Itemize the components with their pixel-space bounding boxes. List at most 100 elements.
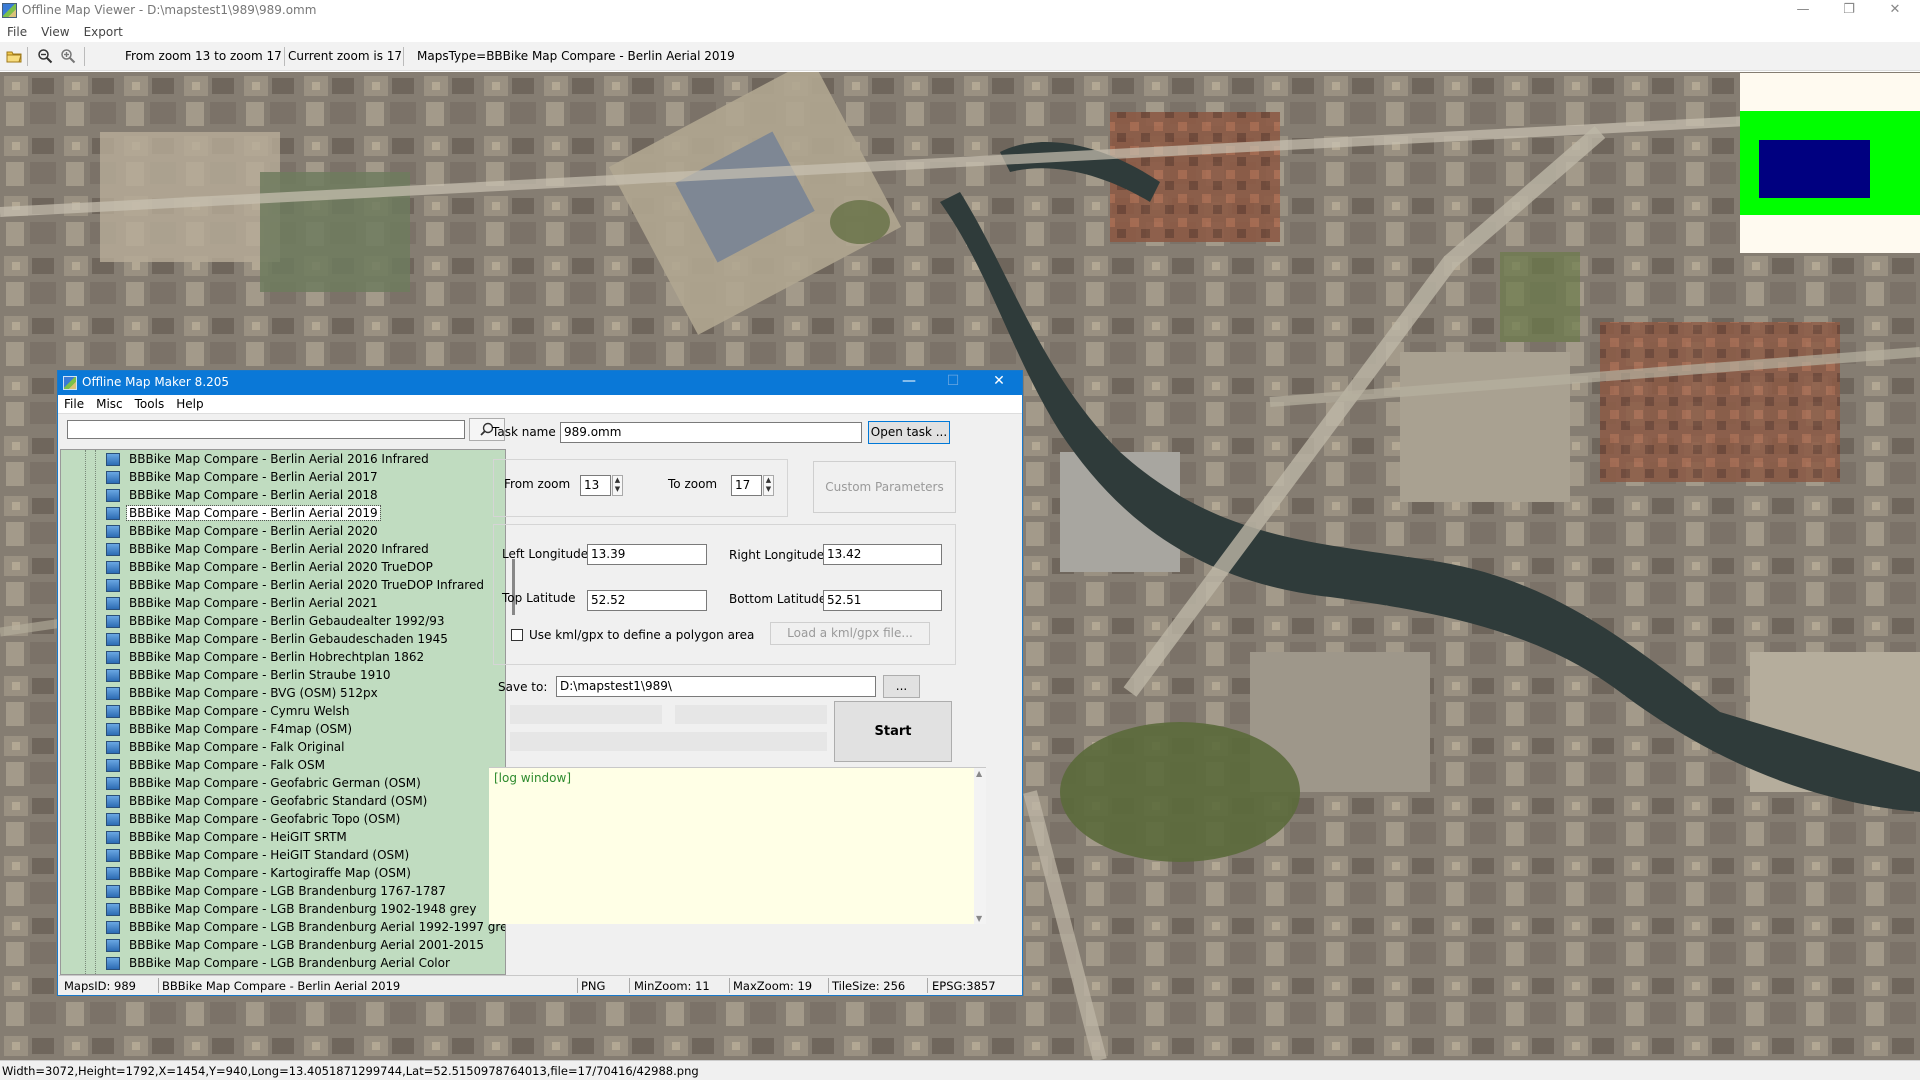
use-kml-checkbox[interactable]	[511, 629, 523, 641]
tree-item-label: BBBike Map Compare - Berlin Aerial 2017	[129, 470, 378, 484]
status-separator	[927, 978, 928, 993]
map-tile-icon	[106, 939, 120, 952]
tree-item[interactable]: BBBike Map Compare - Kartogiraffe Map (O…	[61, 865, 501, 883]
status-separator	[577, 978, 578, 993]
zoom-in-icon[interactable]	[60, 48, 76, 64]
tree-item[interactable]: BBBike Map Compare - Berlin Aerial 2018	[61, 487, 501, 505]
status-separator	[158, 978, 159, 993]
tree-item[interactable]: BBBike Map Compare - LGB Brandenburg Aer…	[61, 937, 501, 955]
dlg-menu-misc[interactable]: Misc	[90, 395, 129, 414]
map-tree-list[interactable]: BBBike Map Compare - Berlin Aerial 2016 …	[60, 449, 506, 975]
top-latitude-input[interactable]: 52.52	[587, 590, 707, 611]
tree-item[interactable]: BBBike Map Compare - LGB Brandenburg 176…	[61, 883, 501, 901]
tree-item[interactable]: BBBike Map Compare - Berlin Aerial 2020 …	[61, 577, 501, 595]
scroll-up-icon[interactable]: ▲	[976, 769, 982, 778]
tree-item[interactable]: BBBike Map Compare - Falk OSM	[61, 757, 501, 775]
map-tile-icon	[106, 759, 120, 772]
menu-export[interactable]: Export	[77, 23, 130, 41]
scroll-down-icon[interactable]: ▼	[976, 914, 982, 923]
tree-item[interactable]: BBBike Map Compare - Falk Original	[61, 739, 501, 757]
tree-item[interactable]: BBBike Map Compare - Berlin Gebaudeschad…	[61, 631, 501, 649]
dlg-menu-tools[interactable]: Tools	[129, 395, 171, 414]
load-kml-button[interactable]: Load a kml/gpx file...	[770, 622, 930, 645]
tree-item[interactable]: BBBike Map Compare - LGB Brandenburg Aer…	[61, 919, 505, 937]
tile-size-text: TileSize: 256	[832, 979, 906, 993]
log-scrollbar[interactable]: ▲ ▼	[974, 768, 986, 924]
spin-down-icon[interactable]: ▼	[613, 485, 622, 494]
tree-item[interactable]: BBBike Map Compare - Berlin Hobrechtplan…	[61, 649, 501, 667]
overview-minimap[interactable]	[1740, 73, 1920, 253]
map-search-input[interactable]	[67, 420, 465, 439]
tree-item-label: BBBike Map Compare - LGB Brandenburg 176…	[129, 884, 446, 898]
right-longitude-input[interactable]: 13.42	[823, 544, 942, 565]
log-window-label: [log window]	[494, 771, 571, 785]
save-to-input[interactable]: D:\mapstest1\989\	[556, 676, 876, 697]
tree-item[interactable]: BBBike Map Compare - Berlin Aerial 2020 …	[61, 541, 501, 559]
tree-item[interactable]: BBBike Map Compare - Berlin Aerial 2019	[61, 505, 501, 523]
menu-view[interactable]: View	[34, 23, 76, 41]
spin-up-icon[interactable]: ▲	[764, 476, 773, 485]
left-longitude-input[interactable]: 13.39	[587, 544, 707, 565]
dialog-menubar: File Misc Tools Help	[58, 395, 1022, 414]
map-tile-icon	[106, 777, 120, 790]
open-task-button[interactable]: Open task ...	[868, 421, 950, 444]
map-tile-icon	[106, 507, 120, 520]
tree-item[interactable]: BBBike Map Compare - Geofabric Standard …	[61, 793, 501, 811]
tree-item[interactable]: BBBike Map Compare - Berlin Aerial 2020 …	[61, 559, 501, 577]
tree-item-label: BBBike Map Compare - Falk OSM	[129, 758, 325, 772]
close-button[interactable]: ✕	[1872, 0, 1918, 22]
custom-parameters-button[interactable]: Custom Parameters	[813, 461, 956, 513]
dlg-menu-file[interactable]: File	[58, 395, 90, 414]
tree-item[interactable]: BBBike Map Compare - HeiGIT SRTM	[61, 829, 501, 847]
tree-item[interactable]: BBBike Map Compare - Geofabric Topo (OSM…	[61, 811, 501, 829]
viewer-titlebar: Offline Map Viewer - D:\mapstest1\989\98…	[0, 0, 1920, 23]
log-window[interactable]: [log window] ▲ ▼	[489, 767, 986, 924]
tree-item[interactable]: BBBike Map Compare - Cymru Welsh	[61, 703, 501, 721]
maps-id-text: MapsID: 989	[64, 979, 136, 993]
tree-item[interactable]: BBBike Map Compare - Berlin Aerial 2021	[61, 595, 501, 613]
dlg-menu-help[interactable]: Help	[170, 395, 209, 414]
from-zoom-input[interactable]: 13	[580, 475, 611, 496]
map-tile-icon	[106, 669, 120, 682]
restore-button[interactable]: ❐	[1826, 0, 1872, 22]
dialog-minimize-button[interactable]: —	[894, 373, 924, 389]
open-folder-icon[interactable]	[6, 48, 22, 64]
dialog-maximize-button[interactable]: ☐	[938, 373, 968, 389]
tree-item[interactable]: BBBike Map Compare - Berlin Straube 1910	[61, 667, 501, 685]
tree-item-label: BBBike Map Compare - LGB Brandenburg 190…	[129, 902, 477, 916]
tree-item[interactable]: BBBike Map Compare - F4map (OSM)	[61, 721, 501, 739]
tree-item[interactable]: BBBike Map Compare - Berlin Aerial 2020	[61, 523, 501, 541]
to-zoom-input[interactable]: 17	[731, 475, 762, 496]
zoom-out-icon[interactable]	[37, 48, 53, 64]
dialog-close-button[interactable]: ✕	[984, 373, 1014, 389]
tree-item[interactable]: BBBike Map Compare - HeiGIT Standard (OS…	[61, 847, 501, 865]
tree-item[interactable]: BBBike Map Compare - Berlin Aerial 2016 …	[61, 451, 501, 469]
progress-bar-1	[510, 705, 662, 724]
tree-item[interactable]: BBBike Map Compare - LGB Brandenburg Aer…	[61, 955, 501, 973]
minimize-button[interactable]: —	[1780, 0, 1826, 22]
map-tile-icon	[106, 579, 120, 592]
tree-item[interactable]: BBBike Map Compare - Berlin Gebaudealter…	[61, 613, 501, 631]
tree-item-label: BBBike Map Compare - Berlin Aerial 2016 …	[129, 452, 429, 466]
tree-item[interactable]: BBBike Map Compare - Geofabric German (O…	[61, 775, 501, 793]
menu-file[interactable]: File	[0, 23, 34, 41]
start-button[interactable]: Start	[834, 701, 952, 762]
browse-button[interactable]: ...	[883, 675, 920, 698]
spin-up-icon[interactable]: ▲	[613, 476, 622, 485]
max-zoom-text: MaxZoom: 19	[733, 979, 813, 993]
bottom-latitude-label: Bottom Latitude	[729, 592, 827, 606]
map-tile-icon	[106, 633, 120, 646]
minimap-viewport[interactable]	[1759, 140, 1870, 198]
tree-item[interactable]: BBBike Map Compare - LGB Brandenburg 190…	[61, 901, 501, 919]
tree-item-label: BBBike Map Compare - LGB Brandenburg Aer…	[129, 956, 450, 970]
bottom-latitude-input[interactable]: 52.51	[823, 590, 942, 611]
map-tile-icon	[106, 651, 120, 664]
to-zoom-spinner[interactable]: ▲ ▼	[763, 475, 774, 496]
tree-item[interactable]: BBBike Map Compare - Berlin Aerial 2017	[61, 469, 501, 487]
spin-down-icon[interactable]: ▼	[764, 485, 773, 494]
task-name-input[interactable]: 989.omm	[560, 422, 862, 443]
tree-item[interactable]: BBBike Map Compare - BVG (OSM) 512px	[61, 685, 501, 703]
map-tile-icon	[106, 615, 120, 628]
from-zoom-spinner[interactable]: ▲ ▼	[612, 475, 623, 496]
map-tile-icon	[106, 849, 120, 862]
